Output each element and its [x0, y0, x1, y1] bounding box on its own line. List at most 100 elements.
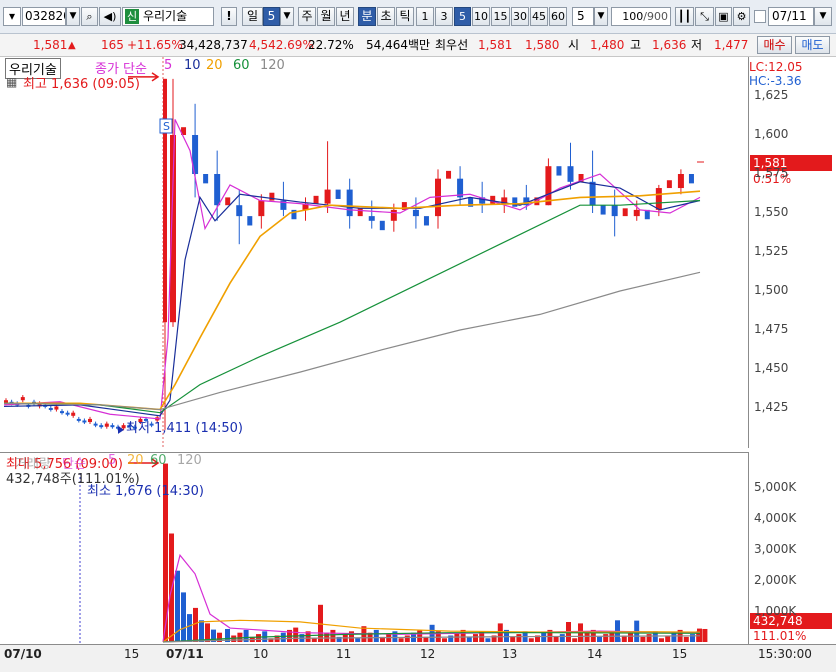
interval-button-45[interactable]: 45	[530, 7, 548, 26]
stock-name-field[interactable]: 신 우리기술	[122, 7, 214, 26]
interval-button-60[interactable]: 60	[549, 7, 567, 26]
volume-bar	[181, 592, 186, 642]
volume-bar	[640, 636, 646, 642]
interval-button-5[interactable]: 5	[454, 7, 471, 26]
period-select[interactable]: 5	[263, 7, 280, 26]
toolbar: ▾ 032820 ▼ ⌕ ◀) 신 우리기술 ! 일 5 ▼ 주 월 년 분 초…	[0, 0, 836, 34]
candle-body	[203, 174, 209, 184]
volume-bar	[510, 636, 516, 642]
open-price: 1,480	[590, 38, 625, 52]
volume-axis-tick: 4,000K	[754, 511, 797, 525]
price-axis-tick: 1,575	[754, 166, 789, 180]
candle-body	[71, 412, 76, 416]
high-label: 고	[630, 38, 642, 52]
minute-button[interactable]: 분	[358, 7, 376, 26]
count-select[interactable]: 5	[572, 7, 594, 26]
code-menu-icon[interactable]: ▾	[3, 7, 21, 26]
interval-button-30[interactable]: 30	[511, 7, 529, 26]
time-axis-label: 12	[420, 647, 436, 661]
candle-body	[379, 220, 385, 231]
period-dropdown-icon[interactable]: ▼	[280, 7, 294, 26]
volume-bar	[516, 634, 522, 642]
trade-amount: 54,464백만	[366, 38, 431, 52]
ma20-line	[4, 190, 701, 411]
sound-icon[interactable]: ◀)	[99, 7, 121, 26]
candle-body	[20, 397, 25, 401]
best-label: 최우선	[435, 38, 469, 52]
candle-body	[93, 423, 98, 426]
candle-body	[54, 406, 59, 410]
line-tool-icon[interactable]: ⤡	[695, 7, 714, 26]
count-value: 100	[622, 10, 644, 23]
time-axis-label: 07/10	[4, 647, 42, 661]
volume-bar	[659, 638, 664, 642]
change-amount: 165	[101, 38, 124, 52]
open-label: 시	[568, 38, 580, 52]
count-field[interactable]: 100/900	[611, 7, 671, 26]
volume-bar	[398, 638, 404, 642]
interval-button-15[interactable]: 15	[491, 7, 510, 26]
chart-type-icon[interactable]: ┃┃	[675, 7, 694, 26]
volume-bar	[330, 629, 336, 642]
volume-bar	[671, 632, 677, 642]
count-dropdown-icon[interactable]: ▼	[594, 7, 608, 26]
interval-button-1[interactable]: 1	[416, 7, 434, 26]
interval-button-3[interactable]: 3	[435, 7, 453, 26]
volume-chart[interactable]: 최대 5,756 (09:00) 432,748주(111.01%) 최소 1,…	[0, 452, 749, 644]
candle-body	[357, 208, 363, 217]
low-label: 저	[691, 38, 703, 52]
stock-badge: 신	[125, 9, 140, 24]
volume-bar	[293, 627, 299, 642]
candle-body	[677, 174, 684, 189]
search-icon[interactable]: ⌕	[81, 7, 98, 26]
volume-bar	[256, 634, 261, 642]
date-checkbox[interactable]	[754, 10, 766, 23]
hc-label: HC:-3.36	[749, 74, 802, 88]
candle-body	[412, 209, 419, 217]
price-chart-canvas: S	[3, 57, 704, 448]
save-icon[interactable]: ▣	[715, 7, 732, 26]
volume-axis-tick: 1,000K	[754, 604, 797, 618]
volume-min-marker: 최소 1,676 (14:30)	[87, 484, 205, 499]
interval-button-10[interactable]: 10	[472, 7, 490, 26]
time-axis-label: 15	[124, 647, 140, 661]
candle-body	[368, 216, 375, 221]
candle-body	[76, 418, 81, 421]
code-input[interactable]: 032820	[22, 7, 66, 26]
volume-bar	[646, 634, 652, 642]
price-chart[interactable]: S 우리기술 종가 단순 ▦ 최고 1,636 (09:05) 최저 1,411…	[0, 57, 749, 448]
volume-title: 거래량	[15, 457, 51, 472]
tick-button[interactable]: 틱	[396, 7, 414, 26]
volume-bar	[683, 636, 689, 642]
candle-body	[446, 170, 452, 179]
code-dropdown-icon[interactable]: ▼	[66, 7, 80, 26]
volume-ratio: 4,542.69%	[249, 38, 314, 52]
price-axis-tick: 1,450	[754, 361, 789, 375]
calendar-dropdown-icon[interactable]: ▼	[814, 7, 832, 26]
candle-body	[633, 209, 640, 217]
year-button[interactable]: 년	[336, 7, 354, 26]
gear-icon[interactable]: ⚙	[733, 7, 750, 26]
volume-bar	[466, 636, 472, 642]
candle-body	[567, 166, 574, 182]
volume-bar	[473, 634, 478, 642]
volume-bar	[392, 631, 398, 642]
ma10-line	[3, 181, 701, 417]
second-button[interactable]: 초	[377, 7, 395, 26]
change-percent: +11.65%	[127, 38, 183, 52]
volume-bar	[324, 632, 330, 642]
sell-button[interactable]: 매도	[795, 36, 830, 54]
week-button[interactable]: 주	[298, 7, 316, 26]
time-axis-label: 10	[253, 647, 269, 661]
alert-button[interactable]: !	[221, 7, 237, 26]
buy-button[interactable]: 매수	[757, 36, 792, 54]
candle-body	[313, 195, 319, 204]
price-ma-period-60: 60	[233, 58, 250, 73]
date-field[interactable]: 07/11	[768, 7, 814, 26]
price-axis-tick: 1,525	[754, 244, 789, 258]
volume-bar	[628, 632, 633, 642]
volume-bar	[485, 638, 491, 642]
period-day-button[interactable]: 일	[242, 7, 263, 26]
volume-bar	[448, 635, 454, 642]
month-button[interactable]: 월	[317, 7, 335, 26]
